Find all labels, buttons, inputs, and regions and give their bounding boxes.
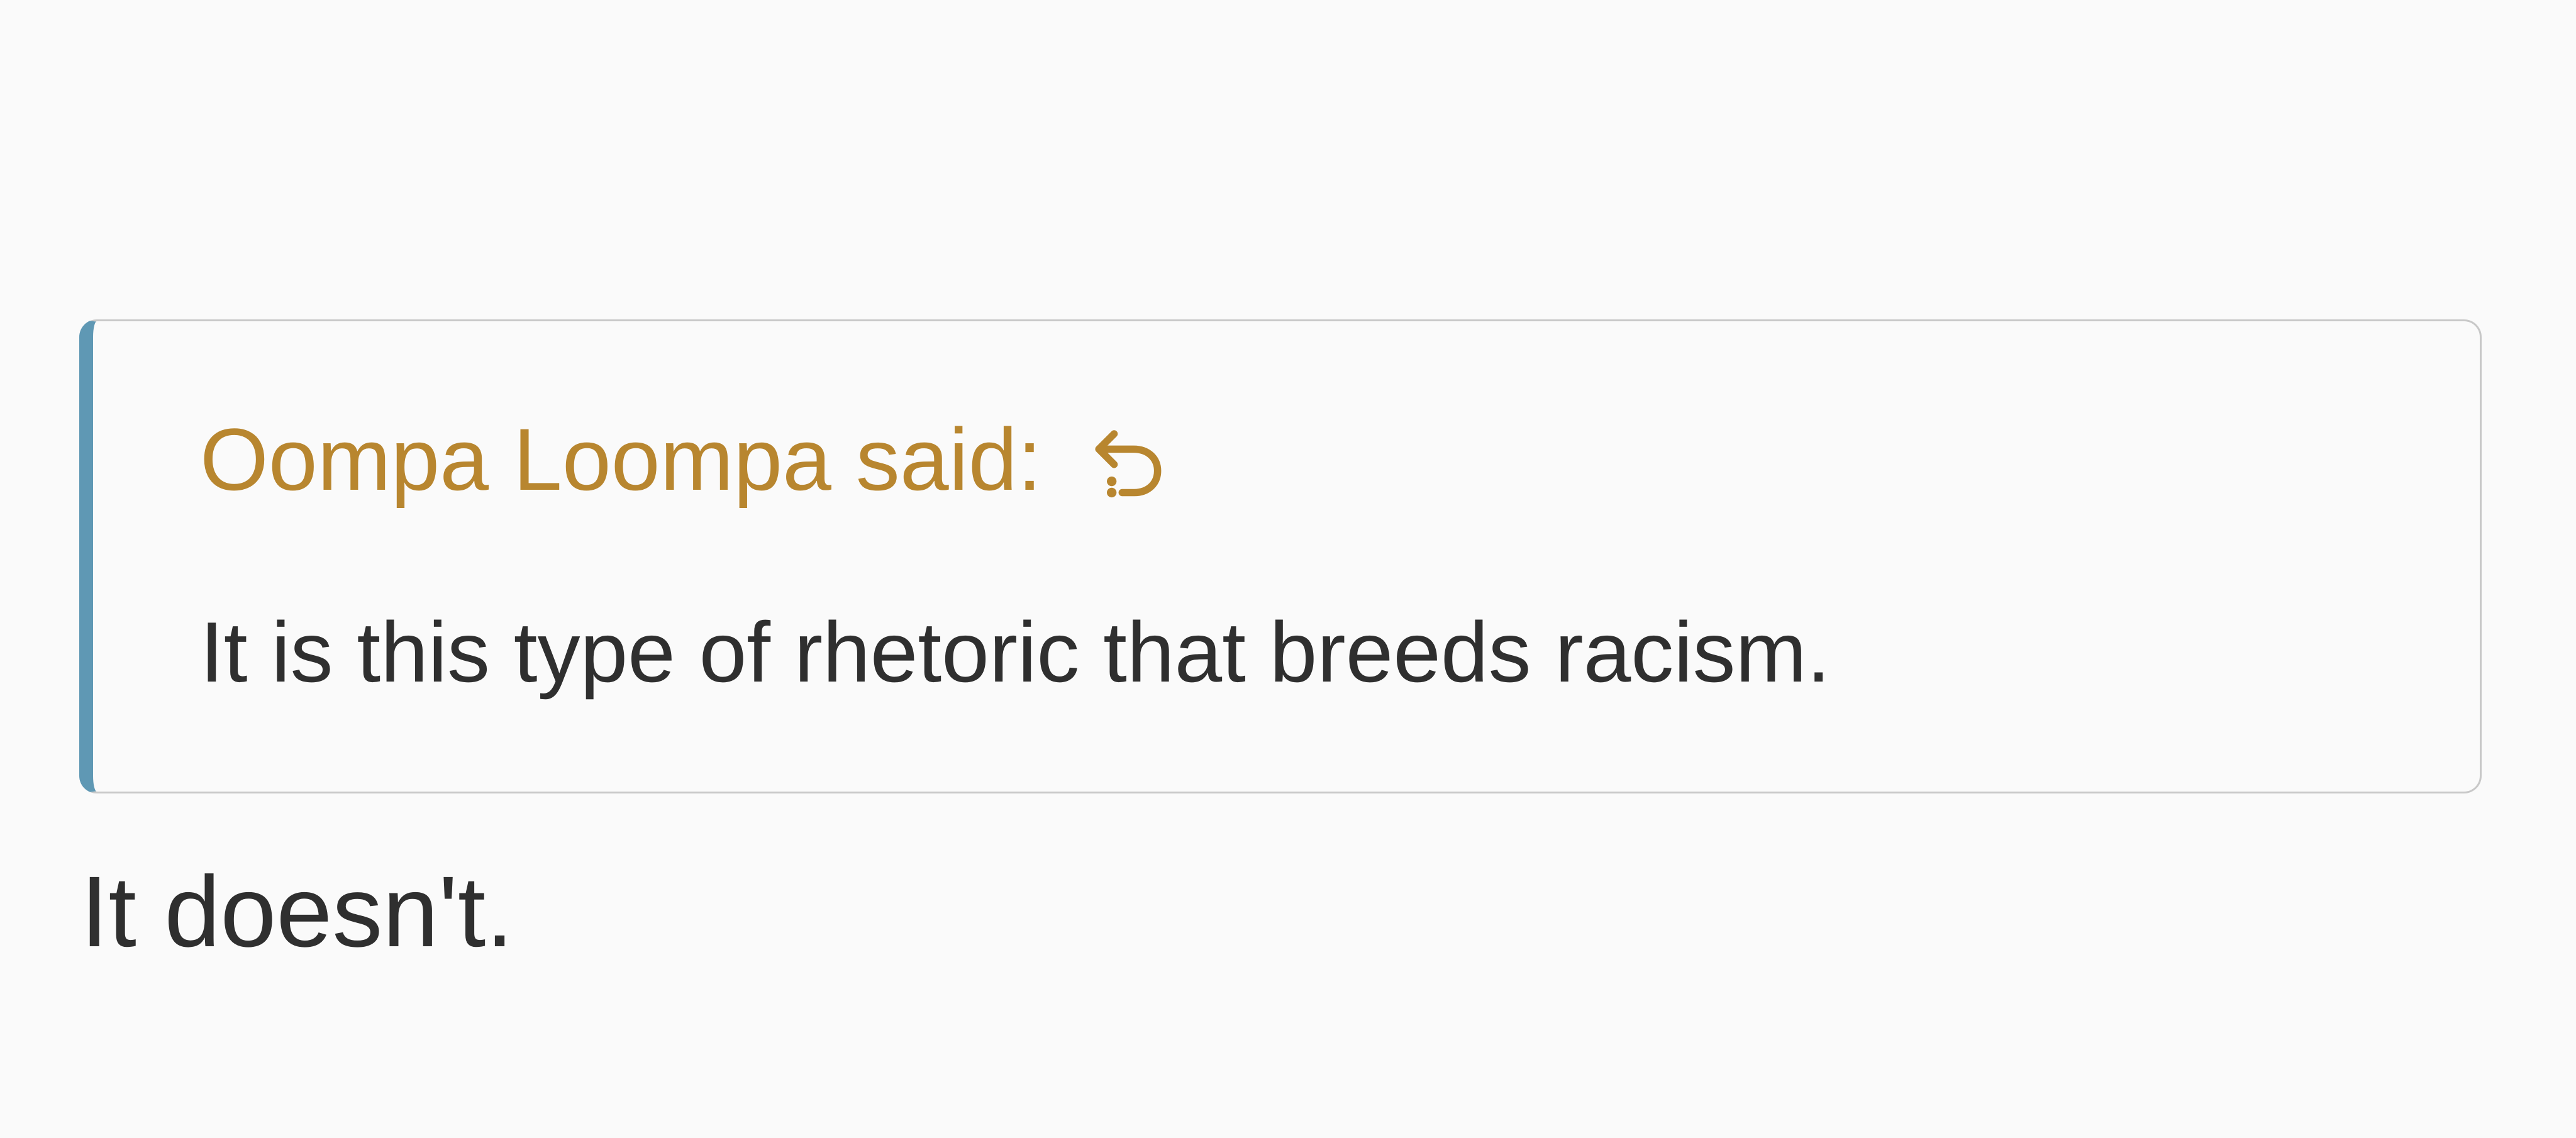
reply-text: It doesn't. (80, 855, 514, 968)
quoted-text: It is this type of rhetoric that breeds … (200, 604, 1831, 700)
quoted-message: Oompa Loompa said: It is this type of rh… (79, 319, 2482, 793)
forum-post: Oompa Loompa said: It is this type of rh… (0, 0, 2576, 1138)
quote-header: Oompa Loompa said: (200, 416, 1168, 504)
quote-author-link[interactable]: Oompa Loompa said: (200, 416, 1042, 504)
jump-to-quote-icon[interactable] (1086, 419, 1168, 500)
